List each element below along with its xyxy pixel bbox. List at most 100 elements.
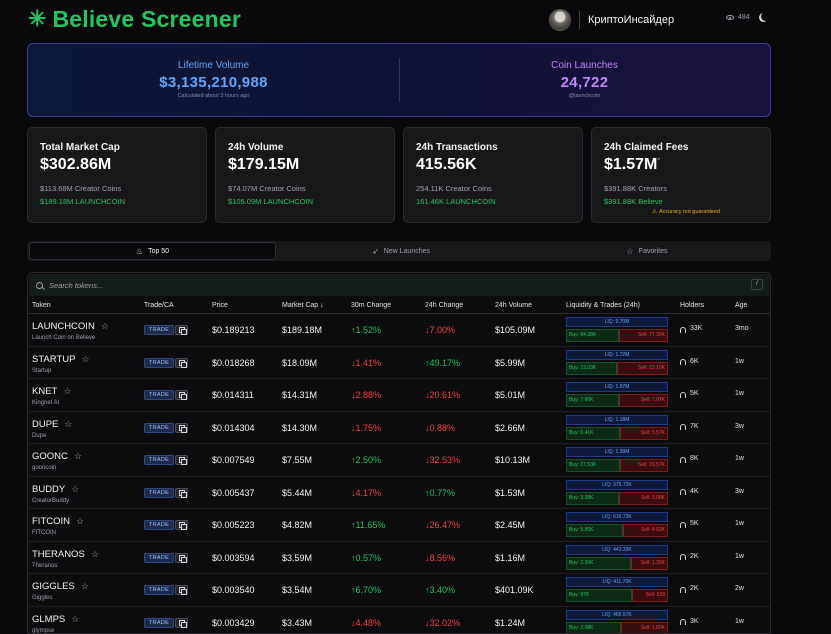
user-profile[interactable]: КриптоИнсайдер <box>549 9 674 31</box>
moon-icon[interactable] <box>761 12 770 21</box>
trade-button[interactable]: TRADE <box>144 585 175 595</box>
coin-launches-value: 24,722 <box>560 74 609 91</box>
trade-split-bar: Buy: 7.80K Sell: 7.07K <box>566 394 668 407</box>
token-symbol[interactable]: GOONC <box>32 451 68 462</box>
search-input[interactable] <box>49 280 349 290</box>
token-symbol[interactable]: DUPE <box>32 419 58 430</box>
tab-top-50[interactable]: ♨ Top 50 <box>29 242 276 260</box>
asterisk-logo-icon: ✳ <box>28 6 47 31</box>
users-icon <box>680 554 686 560</box>
token-name-cell: GOONC ☆ <box>32 451 82 462</box>
trade-button[interactable]: TRADE <box>144 357 175 368</box>
price-cell: $0.003594 <box>212 552 255 563</box>
age-cell: 1w <box>735 617 744 625</box>
holders-count: 5K <box>690 390 699 397</box>
column-header-token[interactable]: Token <box>32 302 51 309</box>
favorite-star-icon[interactable]: ☆ <box>71 614 79 625</box>
column-header-price[interactable]: Price <box>212 302 228 309</box>
table-row[interactable]: KNET ☆ Kingnet AI TRADE $0.014311 $14.31M ↓2.8… <box>28 379 770 412</box>
trade-button[interactable]: TRADE <box>144 390 175 400</box>
token-symbol[interactable]: LAUNCHCOIN <box>32 321 95 332</box>
stat-label: 24h Claimed Fees <box>604 142 689 153</box>
stat-card-24h-volume: 24h Volume $179.15M $74.07M Creator Coin… <box>215 127 395 223</box>
trade-button[interactable]: TRADE <box>144 520 175 530</box>
copy-address-icon[interactable] <box>175 422 188 433</box>
favorite-star-icon[interactable]: ☆ <box>71 484 79 495</box>
table-row[interactable]: THERANOS ☆ Theranos TRADE $0.003594 $3.59M ↑0.… <box>28 542 770 574</box>
column-header-24h-volume[interactable]: 24h Volume <box>495 302 532 309</box>
holders-count: 8K <box>690 455 699 462</box>
price-cell: $0.003429 <box>212 617 255 628</box>
trade-button[interactable]: TRADE <box>144 617 175 628</box>
table-row[interactable]: FITCOIN ☆ FITCOIN TRADE $0.005223 $4.82M ↑11.6… <box>28 509 770 542</box>
stat-believe: $391.88K Believe <box>604 197 663 206</box>
tab-favorites[interactable]: ☆ Favorites <box>525 242 769 260</box>
market-cap-cell: $189.18M <box>282 325 323 335</box>
copy-address-icon[interactable] <box>175 390 188 400</box>
trade-split-bar: Buy: 2.30K Sell: 1.32K <box>566 556 668 570</box>
token-symbol[interactable]: STARTUP <box>32 354 75 365</box>
holders-cell: 5K <box>680 520 699 528</box>
column-header-30m-change[interactable]: 30m Change <box>351 302 391 309</box>
token-symbol[interactable]: THERANOS <box>32 549 85 560</box>
copy-address-icon[interactable] <box>175 617 188 628</box>
copy-address-icon[interactable] <box>175 357 188 368</box>
token-symbol[interactable]: BUDDY <box>32 484 65 495</box>
column-header-liquidity[interactable]: Liquidity & Trades (24h) <box>566 302 640 309</box>
favorite-star-icon[interactable]: ☆ <box>64 419 72 430</box>
stat-value: $1.57M* <box>604 156 758 174</box>
sell-count: Sell: 5.57K <box>620 426 668 440</box>
copy-address-icon[interactable] <box>175 487 188 498</box>
stat-label: 24h Transactions <box>416 142 498 153</box>
table-row[interactable]: BUDDY ☆ CreatorBuddy TRADE $0.005437 $5.44M ↓4… <box>28 477 770 509</box>
favorite-star-icon[interactable]: ☆ <box>91 549 99 560</box>
table-row[interactable]: GOONC ☆ gooncoin TRADE $0.007549 $7.55M ↑2.50%… <box>28 444 770 477</box>
favorite-star-icon[interactable]: ☆ <box>101 321 109 332</box>
column-header-24h-change[interactable]: 24h Change <box>425 302 463 309</box>
table-row[interactable]: DUPE ☆ Dupe TRADE $0.014304 $14.30M ↓1.75% ↓0.8… <box>28 412 770 444</box>
favorite-star-icon[interactable]: ☆ <box>76 516 84 527</box>
token-symbol[interactable]: GLMPS <box>32 614 65 625</box>
users-icon <box>680 424 686 430</box>
age-cell: 3mo <box>735 325 749 332</box>
column-header-age[interactable]: Age <box>735 302 747 309</box>
volume-24h-cell: $1.16M <box>495 552 526 563</box>
token-symbol[interactable]: FITCOIN <box>32 516 70 527</box>
trade-button[interactable]: TRADE <box>144 487 175 498</box>
copy-address-icon[interactable] <box>175 520 188 530</box>
market-cap-cell: $14.31M <box>282 390 318 400</box>
trade-button[interactable]: TRADE <box>144 455 175 465</box>
copy-address-icon[interactable] <box>175 552 188 563</box>
table-row[interactable]: GIGGLES ☆ Giggles TRADE $0.003540 $3.54M ↑6.70… <box>28 574 770 607</box>
table-row[interactable]: STARTUP ☆ Startup TRADE $0.018268 $18.09M ↓1.4… <box>28 347 770 379</box>
change-24h-cell: ↑3.40% <box>425 585 456 595</box>
trade-button[interactable]: TRADE <box>144 325 175 335</box>
trade-button[interactable]: TRADE <box>144 552 175 563</box>
copy-address-icon[interactable] <box>175 585 188 595</box>
app-logo[interactable]: ✳ Believe Screener <box>28 5 241 33</box>
copy-address-icon[interactable] <box>175 325 188 335</box>
tab-new-launches[interactable]: ➶ New Launches <box>279 242 523 260</box>
favorite-star-icon[interactable]: ☆ <box>81 581 89 592</box>
token-name-cell: GIGGLES ☆ <box>32 581 89 592</box>
favorite-star-icon[interactable]: ☆ <box>63 386 71 397</box>
liquidity-trades-cell: LIQ: 1.38M Buy: 17.53K Sell: 15.57K <box>566 447 668 473</box>
column-header-holders[interactable]: Holders <box>680 302 704 309</box>
price-cell: $0.018268 <box>212 357 255 368</box>
column-header-market-cap[interactable]: Market Cap ↓ <box>282 302 324 309</box>
token-symbol[interactable]: KNET <box>32 386 57 397</box>
stat-value: 415.56K <box>416 156 477 173</box>
table-row[interactable]: GLMPS ☆ glympse TRADE $0.003429 $3.43M ↓4.48% ↓… <box>28 607 770 633</box>
coin-launches-handle[interactable]: @launchcoin <box>399 93 770 99</box>
favorite-star-icon[interactable]: ☆ <box>74 451 82 462</box>
token-symbol[interactable]: GIGGLES <box>32 581 75 592</box>
lifetime-volume-note: Calculated about 3 hours ago <box>177 93 250 99</box>
table-row[interactable]: LAUNCHCOIN ☆ Launch Coin on Believe TRADE $0… <box>28 314 770 347</box>
change-30m-cell: ↑0.57% <box>351 552 382 563</box>
favorite-star-icon[interactable]: ☆ <box>81 354 89 365</box>
token-name-cell: LAUNCHCOIN ☆ <box>32 321 109 332</box>
copy-address-icon[interactable] <box>175 455 188 465</box>
liquidity-value: LIQ: 9.70M <box>566 317 668 327</box>
avatar[interactable] <box>549 9 571 31</box>
trade-button[interactable]: TRADE <box>144 422 175 433</box>
